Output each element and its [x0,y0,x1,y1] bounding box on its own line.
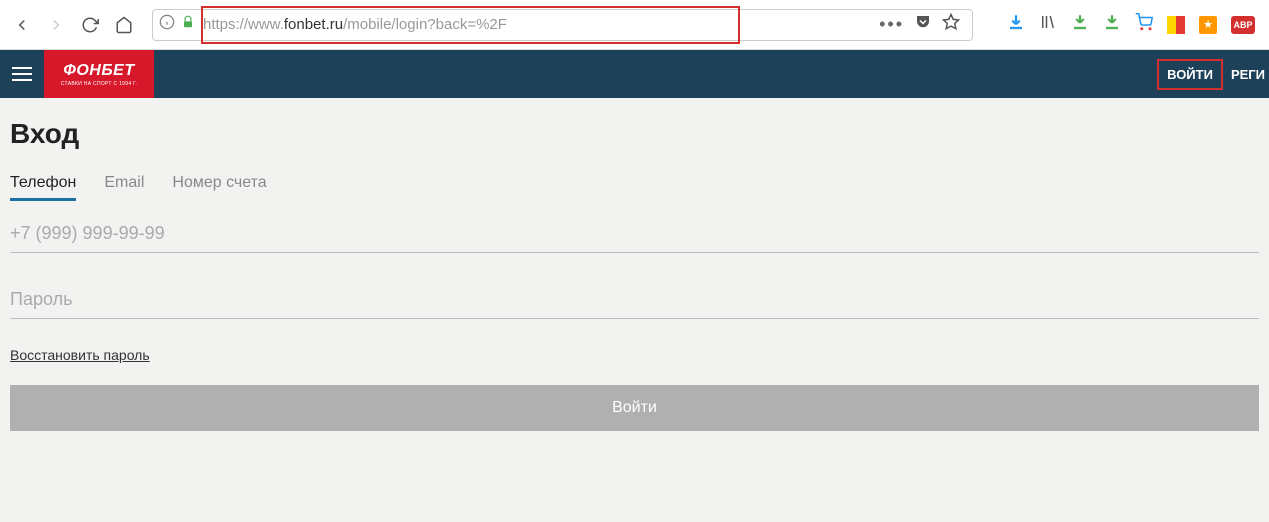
site-header: ФОНБЕТ СТАВКИ НА СПОРТ С 1994 Г. ВОЙТИ Р… [0,50,1269,98]
header-register-link[interactable]: РЕГИ [1227,61,1269,88]
reload-button[interactable] [76,11,104,39]
bookmark-flag-icon[interactable] [1167,16,1185,34]
hamburger-icon [12,67,32,81]
pocket-icon[interactable] [914,13,932,36]
header-login-link[interactable]: ВОЙТИ [1157,59,1223,90]
download-blue-icon[interactable] [1007,13,1025,36]
tab-account[interactable]: Номер счета [172,174,266,201]
logo-text: ФОНБЕТ [63,62,134,80]
address-bar[interactable]: https://www.fonbet.ru/mobile/login?back=… [152,9,973,41]
password-input[interactable] [10,281,1259,319]
download-green-icon-1[interactable] [1071,13,1089,36]
bookmark-star-icon[interactable] [942,13,960,36]
tab-phone[interactable]: Телефон [10,174,76,201]
login-tabs: Телефон Email Номер счета [10,174,1259,201]
submit-login-button[interactable]: Войти [10,385,1259,431]
login-page: Вход Телефон Email Номер счета Восстанов… [0,98,1269,522]
header-actions: ВОЙТИ РЕГИ [1157,50,1269,98]
info-icon [159,14,175,35]
phone-input[interactable] [10,215,1259,253]
cart-icon[interactable] [1135,13,1153,36]
extension-orange-icon[interactable]: ★ [1199,16,1217,34]
logo-subtitle: СТАВКИ НА СПОРТ С 1994 Г. [61,81,137,87]
home-button[interactable] [110,11,138,39]
page-title: Вход [10,118,1259,150]
recover-password-link[interactable]: Восстановить пароль [10,347,150,363]
page-actions-icon[interactable]: ••• [879,14,904,35]
site-logo[interactable]: ФОНБЕТ СТАВКИ НА СПОРТ С 1994 Г. [44,50,154,98]
download-green-icon-2[interactable] [1103,13,1121,36]
extension-icons: ★ ABP [1007,13,1255,36]
browser-toolbar: https://www.fonbet.ru/mobile/login?back=… [0,0,1269,50]
back-button[interactable] [8,11,36,39]
tab-email[interactable]: Email [104,174,144,201]
adblock-icon[interactable]: ABP [1231,16,1255,34]
lock-icon [181,15,195,34]
address-actions: ••• [879,13,966,36]
menu-button[interactable] [0,50,44,98]
url-text: https://www.fonbet.ru/mobile/login?back=… [199,16,879,33]
forward-button[interactable] [42,11,70,39]
library-icon[interactable] [1039,13,1057,36]
